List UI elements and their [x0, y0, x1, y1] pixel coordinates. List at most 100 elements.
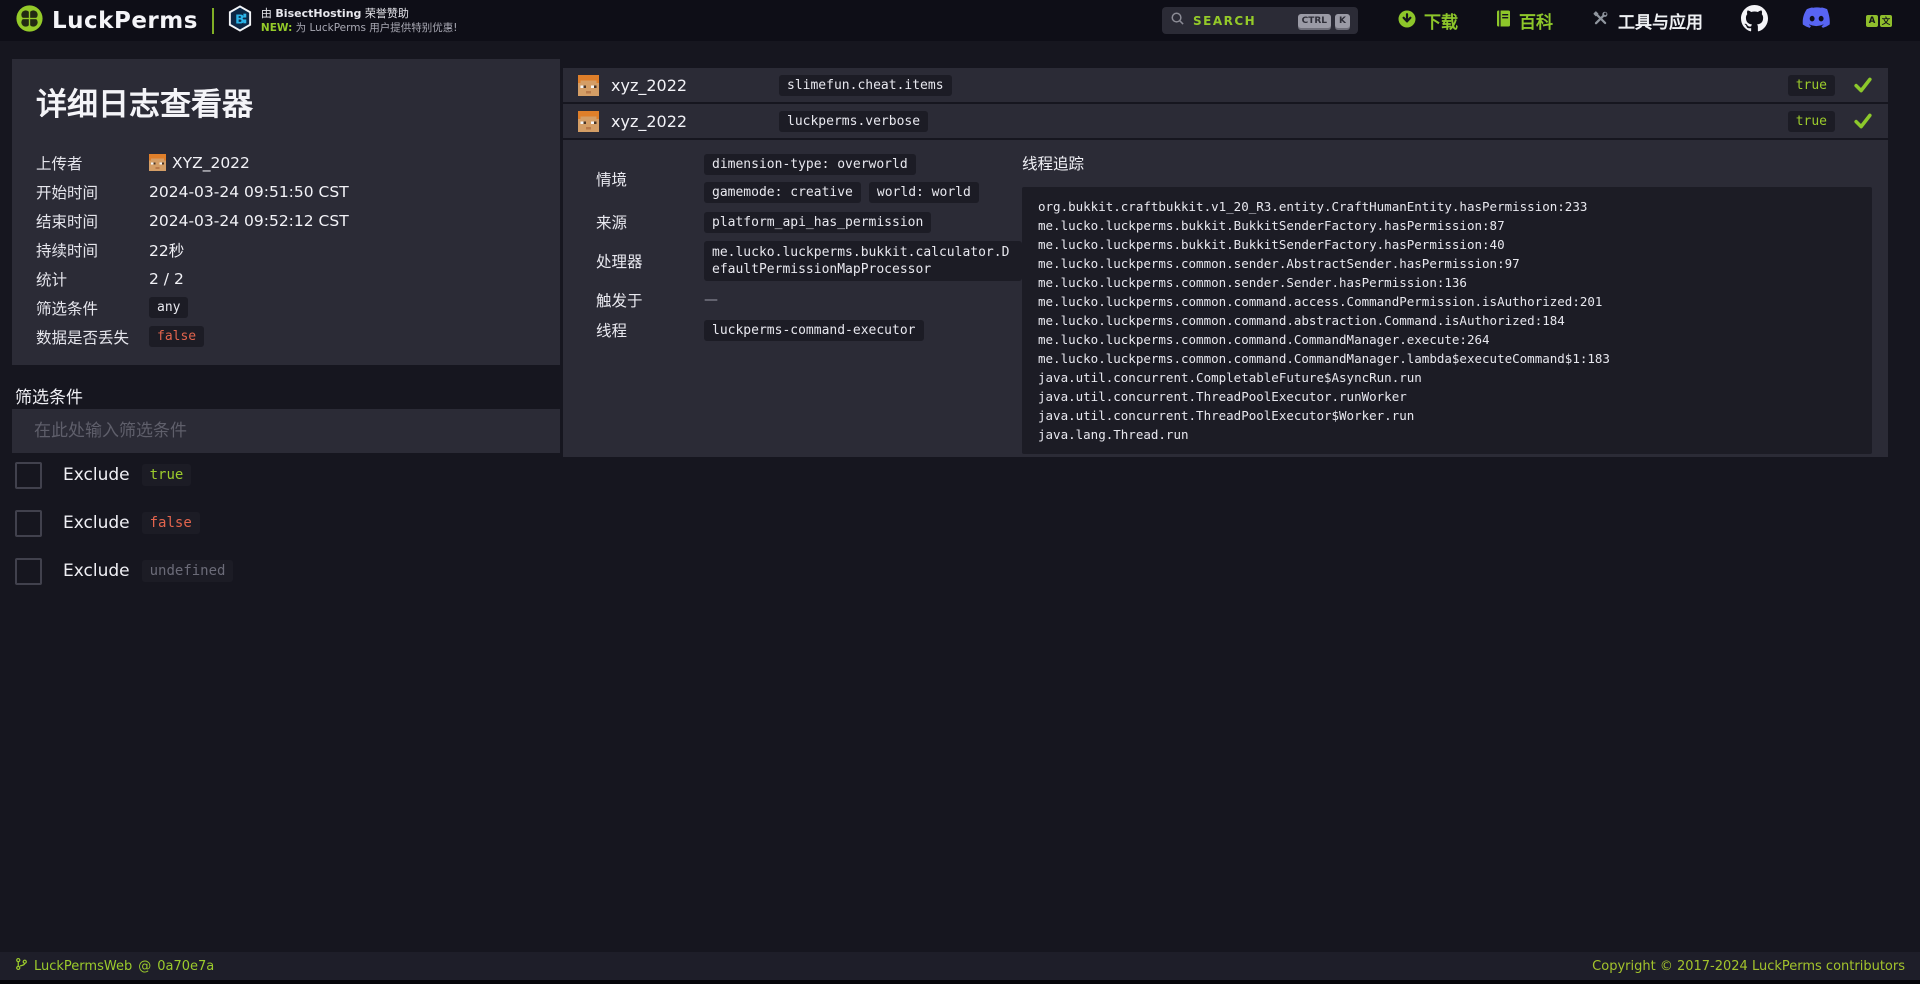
translate-icon: A 文 [1866, 15, 1892, 27]
meta-row-duration: 持续时间 22秒 [36, 235, 536, 264]
player-avatar [578, 111, 599, 132]
player-name: xyz_2022 [611, 76, 779, 95]
language-switcher[interactable]: A 文 [1866, 15, 1892, 27]
processor-label: 处理器 [596, 250, 643, 272]
verbose-row-2[interactable]: xyz_2022 luckperms.verbose true [563, 104, 1888, 138]
footer-repo-link[interactable]: LuckPermsWeb [34, 959, 132, 974]
player-avatar [578, 75, 599, 96]
meta-row-start-time: 开始时间 2024-03-24 09:51:50 CST [36, 177, 536, 206]
verbose-detail-panel: 情境 dimension-type: overworld gamemode: c… [563, 140, 1888, 457]
trace-line: me.lucko.luckperms.bukkit.BukkitSenderFa… [1038, 216, 1856, 235]
bottom-strip [0, 980, 1920, 984]
start-time-value: 2024-03-24 09:51:50 CST [149, 183, 349, 201]
meta-row-end-time: 结束时间 2024-03-24 09:52:12 CST [36, 206, 536, 235]
trace-line: me.lucko.luckperms.common.command.Comman… [1038, 330, 1856, 349]
nav-wiki-label: 百科 [1519, 8, 1553, 33]
exclude-undefined-badge: undefined [142, 560, 234, 582]
trace-line: me.lucko.luckperms.common.sender.Sender.… [1038, 273, 1856, 292]
brand[interactable]: LuckPerms [16, 5, 198, 36]
nav-wiki[interactable]: 百科 [1496, 8, 1553, 33]
trace-line: me.lucko.luckperms.bukkit.BukkitSenderFa… [1038, 235, 1856, 254]
search-label: SEARCH [1193, 14, 1256, 28]
luckperms-verbose-viewer: LuckPerms B 由 BisectHosting 荣誉赞助 NEW: 为 … [0, 0, 1920, 984]
context-badge: dimension-type: overworld [704, 154, 916, 175]
trace-line: me.lucko.luckperms.common.command.abstra… [1038, 311, 1856, 330]
nav-tools[interactable]: 工具与应用 [1591, 8, 1703, 33]
discord-link[interactable] [1802, 7, 1832, 34]
exclude-options: Exclude true Exclude false Exclude undef… [15, 461, 233, 585]
trace-line: java.util.concurrent.ThreadPoolExecutor$… [1038, 406, 1856, 425]
trace-line: me.lucko.luckperms.common.sender.Abstrac… [1038, 254, 1856, 273]
footer-version: LuckPermsWeb @ 0a70e7a [15, 957, 214, 975]
top-navbar: LuckPerms B 由 BisectHosting 荣誉赞助 NEW: 为 … [0, 0, 1920, 41]
player-name: xyz_2022 [611, 112, 779, 131]
meta-row-uploader: 上传者 XYZ_2022 [36, 148, 536, 177]
nav-download-label: 下载 [1424, 8, 1458, 33]
page-title: 详细日志查看器 [36, 79, 536, 124]
cause-value: — [704, 292, 718, 308]
trace-section: 线程追踪 org.bukkit.craftbukkit.v1_20_R3.ent… [1022, 154, 1872, 443]
exclude-false-option[interactable]: Exclude false [15, 509, 233, 537]
luckperms-logo-icon [16, 5, 43, 36]
trace-line: me.lucko.luckperms.common.command.Comman… [1038, 349, 1856, 368]
context-badge: gamemode: creative [704, 182, 861, 203]
end-time-value: 2024-03-24 09:52:12 CST [149, 212, 349, 230]
exclude-undefined-option[interactable]: Exclude undefined [15, 557, 233, 585]
meta-row-filter: 筛选条件 any [36, 293, 536, 322]
trace-line: java.lang.Thread.run [1038, 425, 1856, 444]
footer: LuckPermsWeb @ 0a70e7a Copyright © 2017-… [0, 952, 1920, 980]
brand-divider [212, 8, 214, 34]
trace-heading: 线程追踪 [1022, 152, 1872, 174]
thread-label: 线程 [596, 319, 627, 341]
origin-label: 来源 [596, 211, 627, 233]
permission-badge: slimefun.cheat.items [779, 75, 952, 96]
processor-badge: me.lucko.luckperms.bukkit.calculator.Def… [704, 241, 1022, 281]
context-label: 情境 [596, 168, 627, 190]
permission-badge: luckperms.verbose [779, 111, 928, 132]
filter-input[interactable] [12, 409, 560, 453]
exclude-false-checkbox[interactable] [15, 510, 42, 537]
exclude-true-badge: true [142, 464, 192, 486]
check-icon [1853, 111, 1873, 131]
thread-badge: luckperms-command-executor [704, 320, 924, 341]
truncated-badge: false [149, 326, 204, 347]
verbose-row-1[interactable]: xyz_2022 slimefun.cheat.items true [563, 68, 1888, 102]
footer-commit-link[interactable]: 0a70e7a [157, 959, 214, 974]
footer-copyright: Copyright © 2017-2024 LuckPerms contribu… [1592, 959, 1905, 974]
download-icon [1398, 10, 1416, 32]
k-keycap: K [1335, 14, 1350, 28]
github-icon [1741, 5, 1768, 36]
exclude-true-option[interactable]: Exclude true [15, 461, 233, 489]
stack-trace-box: org.bukkit.craftbukkit.v1_20_R3.entity.C… [1022, 187, 1872, 454]
discord-icon [1802, 7, 1832, 34]
ctrl-keycap: CTRL [1298, 14, 1331, 28]
trace-line: org.bukkit.craftbukkit.v1_20_R3.entity.C… [1038, 197, 1856, 216]
filter-mode-badge: any [149, 297, 188, 318]
uploader-name: XYZ_2022 [172, 154, 250, 172]
sponsor-banner[interactable]: B 由 BisectHosting 荣誉赞助 NEW: 为 LuckPerms … [228, 5, 458, 36]
trace-line: java.util.concurrent.CompletableFuture$A… [1038, 368, 1856, 387]
cause-label: 触发于 [596, 289, 643, 311]
exclude-false-badge: false [142, 512, 200, 534]
check-icon [1853, 75, 1873, 95]
brand-title: LuckPerms [52, 8, 198, 34]
bisecthosting-logo-icon: B [228, 5, 252, 36]
log-info-panel: 详细日志查看器 上传者 XYZ_2022 开始时间 2024-03-24 09:… [12, 59, 560, 365]
verbose-results: xyz_2022 slimefun.cheat.items true xyz_2… [563, 68, 1888, 457]
origin-badge: platform_api_has_permission [704, 212, 931, 233]
nav-tools-label: 工具与应用 [1618, 8, 1703, 33]
github-link[interactable] [1741, 5, 1768, 36]
exclude-true-checkbox[interactable] [15, 462, 42, 489]
search-icon [1170, 11, 1185, 30]
nav-download[interactable]: 下载 [1398, 8, 1458, 33]
svg-text:B: B [235, 11, 245, 26]
exclude-undefined-checkbox[interactable] [15, 558, 42, 585]
duration-value: 22秒 [149, 239, 184, 261]
search-button[interactable]: SEARCH CTRL K [1162, 7, 1358, 34]
count-value: 2 / 2 [149, 270, 184, 288]
uploader-avatar [149, 154, 166, 171]
trace-line: me.lucko.luckperms.common.command.access… [1038, 292, 1856, 311]
search-shortcut: CTRL K [1298, 14, 1350, 28]
result-value-badge: true [1788, 75, 1835, 96]
detail-fields: 情境 dimension-type: overworld gamemode: c… [596, 154, 1022, 443]
